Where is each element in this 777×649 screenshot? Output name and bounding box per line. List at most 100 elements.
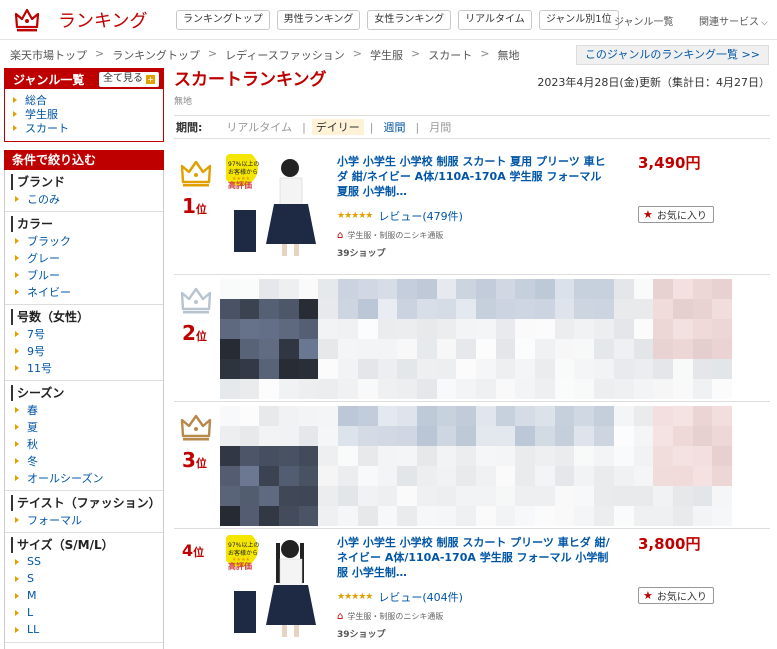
mosaic-block — [259, 319, 280, 339]
mosaic-block — [495, 426, 516, 446]
filter-option[interactable]: ブルー — [11, 266, 163, 283]
mosaic-block — [279, 339, 299, 359]
breadcrumb-item[interactable]: 楽天市場トップ — [10, 47, 87, 63]
genre-list-link[interactable]: ジャンル一覧 — [614, 13, 674, 28]
mosaic-block — [712, 506, 732, 526]
period-separator: | — [302, 120, 306, 134]
breadcrumb-item[interactable]: レディースファッション — [225, 47, 345, 63]
tab-men-ranking[interactable]: 男性ランキング — [276, 10, 361, 30]
product-title[interactable]: 小学 小学生 小学校 制服 スカート プリーツ 車ヒダ 紺/ネイビー A体/11… — [337, 535, 613, 580]
mosaic-block — [259, 339, 280, 359]
product-image[interactable]: 97%以上の お客様から ★★★★ 高評価 — [226, 535, 326, 639]
mosaic-block — [220, 506, 240, 526]
period-tab-daily[interactable]: デイリー — [311, 119, 364, 135]
related-services-link[interactable]: 関連サービス ⌵ — [699, 13, 768, 28]
mosaic-block — [239, 379, 260, 399]
mosaic-block — [220, 339, 240, 359]
tab-genre-first[interactable]: ジャンル別1位 — [538, 10, 619, 30]
filter-option[interactable]: 夏 — [11, 418, 163, 435]
nav-tabs: ランキングトップ 男性ランキング 女性ランキング リアルタイム ジャンル別1位 — [176, 10, 619, 30]
mosaic-block — [279, 506, 299, 526]
breadcrumb-item[interactable]: 学生服 — [370, 47, 403, 63]
gold-crown-icon — [180, 160, 212, 187]
mosaic-block — [653, 319, 673, 339]
shop-name: 学生服・制服のニシキ通販 — [347, 612, 444, 621]
mosaic-block — [554, 426, 575, 446]
period-tab-realtime[interactable]: リアルタイム — [222, 119, 296, 135]
mosaic-block — [298, 299, 319, 319]
mosaic-block — [416, 426, 437, 446]
tab-realtime[interactable]: リアルタイム — [458, 10, 532, 30]
filter-option[interactable]: M — [11, 587, 163, 604]
filter-option[interactable]: 春 — [11, 401, 163, 418]
mosaic-block — [416, 446, 437, 466]
mosaic-block — [239, 299, 260, 319]
see-all-button[interactable]: 全て見る + — [99, 71, 159, 87]
rank-number: 1位 — [182, 194, 207, 218]
mosaic-block — [279, 359, 299, 379]
shop-link[interactable]: ⌂ 学生服・制服のニシキ通販 — [337, 230, 443, 241]
filter-option[interactable]: 9号 — [11, 342, 163, 359]
filter-option[interactable]: 7号 — [11, 325, 163, 342]
genre-item-all[interactable]: 総合 — [13, 93, 163, 107]
mosaic-block — [476, 379, 496, 399]
genre-item-uniform[interactable]: 学生服 — [13, 107, 163, 121]
favorite-button[interactable]: ★ お気に入り — [638, 587, 714, 604]
filter-option[interactable]: 秋 — [11, 435, 163, 452]
mosaic-block — [712, 379, 732, 399]
mosaic-block — [377, 279, 398, 299]
period-tab-monthly[interactable]: 月間 — [425, 119, 455, 135]
filter-option-label: ネイビー — [27, 285, 71, 299]
product-title[interactable]: 小学 小学生 小学校 制服 スカート 夏用 プリーツ 車ヒダ 紺/ネイビー A体… — [337, 154, 613, 199]
filter-option-label: 冬 — [27, 454, 38, 468]
arrow-icon — [15, 457, 19, 464]
review-link[interactable]: レビュー(404件) — [378, 589, 463, 605]
mosaic-block — [495, 506, 516, 526]
rank-suffix: 位 — [193, 546, 205, 559]
filter-option[interactable]: S — [11, 570, 163, 587]
mosaic-block — [554, 446, 575, 466]
period-tab-weekly[interactable]: 週間 — [380, 119, 410, 135]
mosaic-block — [712, 359, 732, 379]
rating: ★★★★★ レビュー(404件) — [337, 589, 463, 605]
mosaic-block — [495, 359, 516, 379]
arrow-icon — [15, 609, 19, 616]
genre-item-skirt[interactable]: スカート — [13, 121, 163, 135]
breadcrumb-item[interactable]: スカート — [428, 47, 472, 63]
shop-badge: 39ショップ — [337, 249, 386, 259]
filter-option[interactable]: グレー — [11, 249, 163, 266]
product-image[interactable]: 97%以上の お客様から ★★★★ 高評価 — [226, 154, 326, 258]
chevron-down-icon: ⌵ — [761, 18, 768, 28]
favorite-label: お気に入り — [656, 211, 707, 222]
arrow-icon — [15, 195, 19, 202]
mosaic-block — [338, 406, 358, 426]
filter-option[interactable]: フォーマル — [11, 511, 163, 528]
favorite-button[interactable]: ★ お気に入り — [638, 206, 714, 223]
filter-option[interactable]: オールシーズン — [11, 469, 163, 486]
filter-option[interactable]: このみ — [11, 190, 163, 207]
genre-header: ジャンル一覧 全て見る + — [5, 69, 163, 89]
filter-option[interactable]: ブラック — [11, 232, 163, 249]
tab-ranking-top[interactable]: ランキングトップ — [176, 10, 270, 30]
shop-link[interactable]: ⌂ 学生服・制服のニシキ通販 — [337, 611, 443, 622]
filter-option[interactable]: 11号 — [11, 359, 163, 376]
breadcrumb-item[interactable]: ランキングトップ — [112, 47, 200, 63]
mosaic-block — [712, 279, 732, 299]
filter-option[interactable]: ネイビー — [11, 283, 163, 300]
filter-option[interactable]: LL — [11, 621, 163, 638]
genre-ranking-list-link[interactable]: このジャンルのランキング一覧 >> — [575, 45, 769, 65]
filter-option[interactable]: 冬 — [11, 452, 163, 469]
mosaic-block — [259, 406, 280, 426]
mosaic-block — [279, 466, 299, 486]
mosaic-block — [515, 406, 536, 426]
filter-option[interactable]: SS — [11, 553, 163, 570]
filter-option[interactable]: L — [11, 604, 163, 621]
ranking-logo[interactable]: ランキング — [14, 6, 174, 34]
review-link[interactable]: レビュー(479件) — [378, 208, 463, 224]
tab-women-ranking[interactable]: 女性ランキング — [367, 10, 452, 30]
mosaic-block — [456, 506, 476, 526]
period-separator: | — [369, 120, 374, 134]
mosaic-block — [377, 319, 398, 339]
mosaic-block — [574, 466, 595, 486]
filter-group-title: テイスト（ファッション） — [11, 495, 163, 511]
